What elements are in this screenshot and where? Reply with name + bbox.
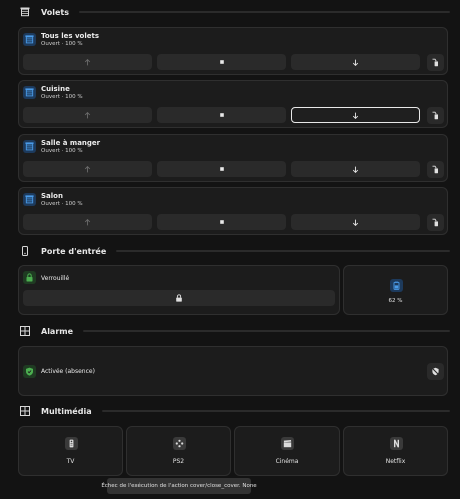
blinds-icon xyxy=(23,140,36,153)
section-header-porte: Porte d'entrée xyxy=(20,244,450,258)
media-label: PS2 xyxy=(172,458,185,465)
cover-close-button[interactable] xyxy=(291,161,420,177)
cover-close-button[interactable] xyxy=(291,214,420,230)
cover-card[interactable]: Tous les volets Ouvert · 100 % xyxy=(18,27,448,75)
alarm-state: Activée (absence) xyxy=(41,368,95,375)
alarm-card[interactable]: Activée (absence) xyxy=(18,346,448,396)
cover-name: Salle à manger xyxy=(41,139,101,147)
media-tile-cinema[interactable]: Cinéma xyxy=(234,426,340,476)
stop-icon xyxy=(219,219,225,225)
lock-icon xyxy=(23,271,36,284)
cover-stop-button[interactable] xyxy=(157,214,286,230)
cover-stop-button[interactable] xyxy=(157,54,286,70)
section-title: Volets xyxy=(41,7,70,17)
blinds-icon xyxy=(23,86,36,99)
cover-open-button[interactable] xyxy=(23,161,152,177)
cover-close-button[interactable] xyxy=(291,54,420,70)
section-header-alarme: Alarme xyxy=(20,324,450,338)
section-header-multimedia: Multimédia xyxy=(20,404,450,418)
cover-card[interactable]: Cuisine Ouvert · 100 % xyxy=(18,80,448,128)
phone-door-icon xyxy=(20,246,30,256)
cover-tilt-button[interactable] xyxy=(427,161,444,178)
grid-icon xyxy=(20,406,30,416)
media-tile-netflix[interactable]: Netflix xyxy=(343,426,448,476)
cover-card[interactable]: Salon Ouvert · 100 % xyxy=(18,187,448,235)
media-label: TV xyxy=(66,458,75,465)
section-title: Porte d'entrée xyxy=(41,246,107,256)
media-label: Cinéma xyxy=(275,458,299,465)
lock-card[interactable]: Verrouillé xyxy=(18,265,340,315)
arrow-down-icon xyxy=(352,112,359,119)
divider xyxy=(83,330,450,332)
divider xyxy=(79,11,450,13)
media-label: Netflix xyxy=(385,458,406,465)
cover-tilt-button[interactable] xyxy=(427,214,444,231)
clapper-icon xyxy=(281,437,294,450)
arrow-down-icon xyxy=(352,219,359,226)
lock-toggle-button[interactable] xyxy=(23,290,335,306)
cover-state: Ouvert · 100 % xyxy=(41,201,83,207)
arrow-up-icon xyxy=(84,111,91,119)
shield-icon xyxy=(23,365,36,378)
section-header-volets: Volets xyxy=(20,5,450,19)
blinds-icon xyxy=(23,33,36,46)
cover-stop-button[interactable] xyxy=(157,107,286,123)
cover-state: Ouvert · 100 % xyxy=(41,148,83,154)
error-toast: Échec de l'exécution de l'action cover/c… xyxy=(101,478,257,494)
cover-name: Tous les volets xyxy=(41,32,100,40)
shield-off-icon xyxy=(431,367,440,376)
battery-icon xyxy=(390,279,403,292)
lock-icon xyxy=(175,294,183,302)
gamepad-icon xyxy=(173,437,186,450)
arrow-down-icon xyxy=(352,166,359,173)
stop-icon xyxy=(219,112,225,118)
cover-state: Ouvert · 100 % xyxy=(41,41,83,47)
alarm-action-button[interactable] xyxy=(427,363,444,380)
cover-name: Cuisine xyxy=(41,85,70,93)
netflix-icon xyxy=(390,437,403,450)
cover-open-button[interactable] xyxy=(23,54,152,70)
battery-card[interactable]: 62 % xyxy=(343,265,448,315)
media-tile-tv[interactable]: TV xyxy=(18,426,123,476)
arrow-up-icon xyxy=(84,58,91,66)
cover-card[interactable]: Salle à manger Ouvert · 100 % xyxy=(18,134,448,182)
cover-tilt-button[interactable] xyxy=(427,107,444,124)
cover-open-button[interactable] xyxy=(23,107,152,123)
tilt-icon xyxy=(431,111,440,120)
cover-state: Ouvert · 100 % xyxy=(41,94,83,100)
cover-name: Salon xyxy=(41,192,63,200)
tilt-icon xyxy=(431,218,440,227)
tilt-icon xyxy=(431,165,440,174)
divider xyxy=(116,250,450,252)
arrow-up-icon xyxy=(84,218,91,226)
cover-close-button[interactable] xyxy=(291,107,420,123)
cover-open-button[interactable] xyxy=(23,214,152,230)
stop-icon xyxy=(219,59,225,65)
stop-icon xyxy=(219,166,225,172)
section-title: Multimédia xyxy=(41,406,92,416)
media-tile-ps2[interactable]: PS2 xyxy=(126,426,231,476)
cover-stop-button[interactable] xyxy=(157,161,286,177)
arrow-up-icon xyxy=(84,165,91,173)
lock-state: Verrouillé xyxy=(41,275,70,282)
divider xyxy=(101,410,450,412)
tilt-icon xyxy=(431,58,440,67)
blinds-icon xyxy=(23,193,36,206)
arrow-down-icon xyxy=(352,59,359,66)
battery-value: 62 % xyxy=(388,298,403,304)
section-title: Alarme xyxy=(41,326,74,336)
grid-icon xyxy=(20,326,30,336)
blinds-icon xyxy=(20,7,30,17)
tv-remote-icon xyxy=(65,437,78,450)
cover-tilt-button[interactable] xyxy=(427,54,444,71)
